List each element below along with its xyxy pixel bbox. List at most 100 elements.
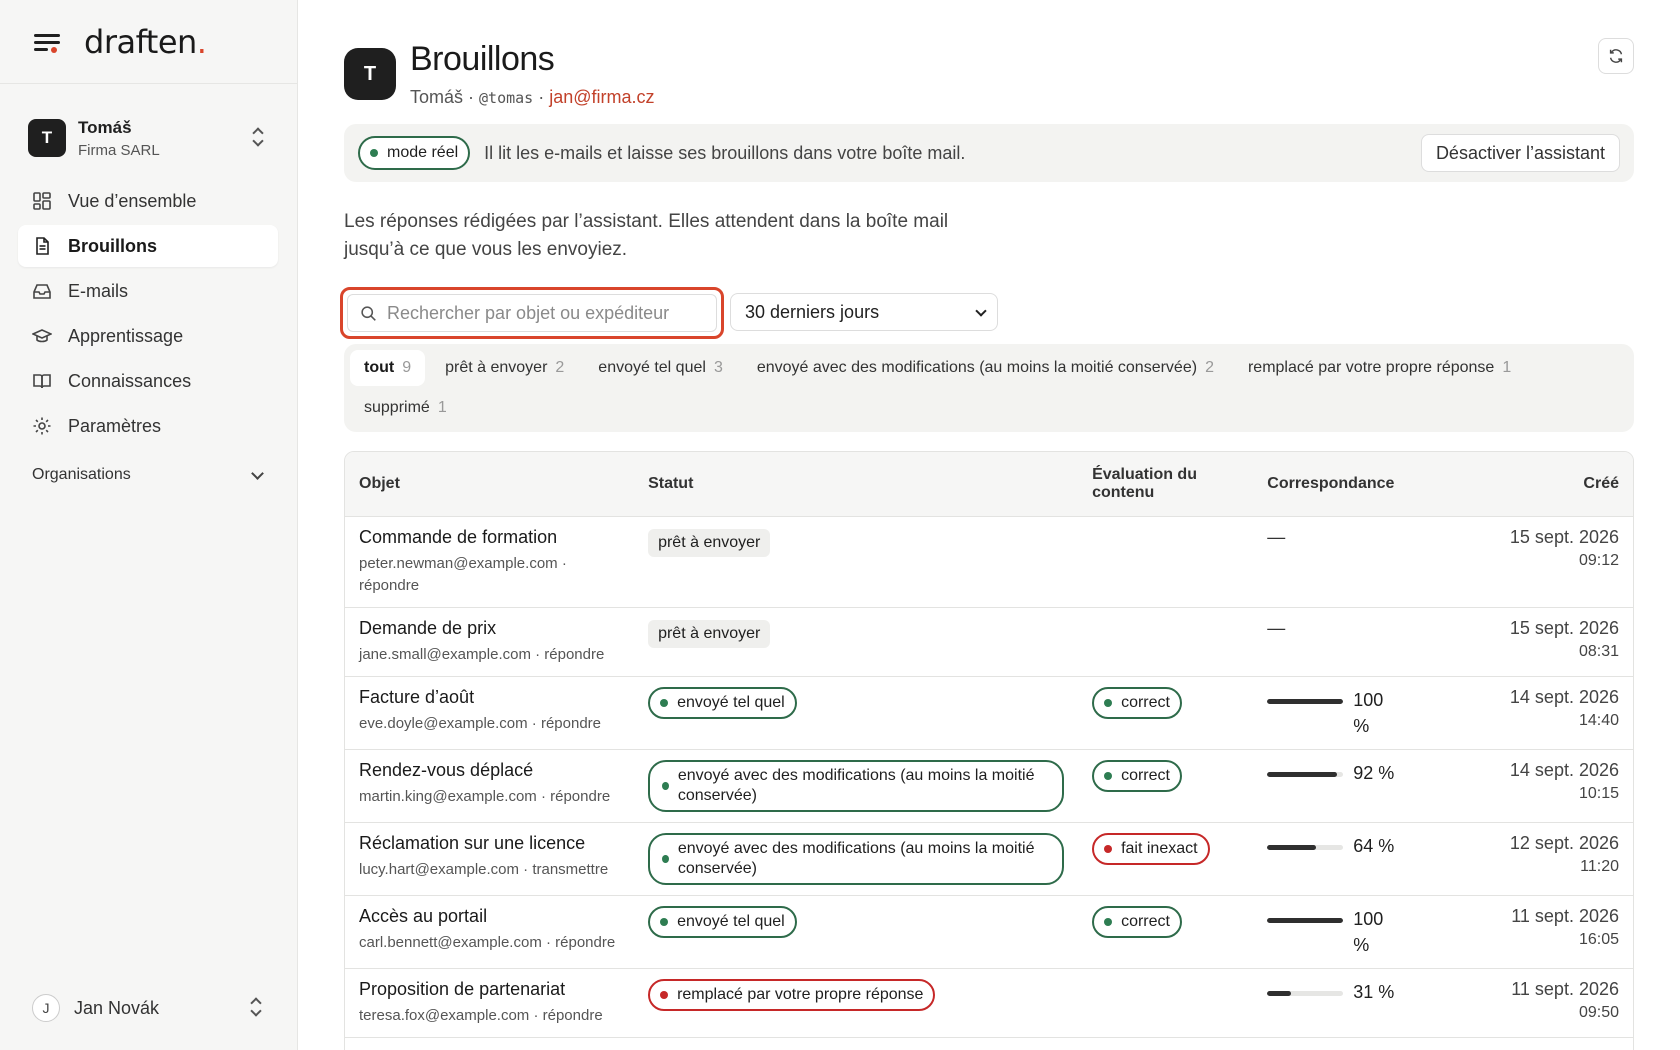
column-header-status[interactable]: Statut xyxy=(634,452,1079,517)
cell-created: 14 sept. 2026 10:15 xyxy=(1425,749,1633,823)
column-header-match[interactable]: Correspondance xyxy=(1253,452,1426,517)
logo: draften. xyxy=(84,22,207,61)
organization-user-name: Tomáš xyxy=(78,117,132,137)
match-percent: 64 % xyxy=(1353,835,1395,856)
created-date: 14 sept. 2026 xyxy=(1509,686,1619,707)
period-selected-value: 30 derniers jours xyxy=(745,301,880,322)
page-header: T Brouillons Tomáš · @tomas · jan@firma.… xyxy=(344,40,655,108)
cell-status: envoyé tel quel xyxy=(634,895,1079,969)
table-row[interactable]: Accès au portail carl.bennett@example.com… xyxy=(345,895,1633,969)
sidebar-item-knowledge[interactable]: Connaissances xyxy=(18,360,278,402)
page-description: Les réponses rédigées par l’assistant. E… xyxy=(344,211,949,260)
status-badge: prêt à envoyer xyxy=(648,619,771,648)
column-header-subject[interactable]: Objet xyxy=(345,452,635,517)
user-switcher[interactable]: J Jan Novák xyxy=(32,990,268,1026)
match-bar xyxy=(1267,917,1344,923)
tab-all[interactable]: tout 9 xyxy=(350,350,426,386)
deactivate-assistant-button[interactable]: Désactiver l’assistant xyxy=(1420,134,1620,172)
document-icon xyxy=(32,236,52,256)
sidebar-item-drafts[interactable]: Brouillons xyxy=(18,225,278,267)
organization-company: Firma SARL xyxy=(78,141,160,159)
sidebar-item-label: Paramètres xyxy=(68,415,162,436)
column-header-created[interactable]: Créé xyxy=(1425,452,1633,517)
evaluation-label: fait inexact xyxy=(1121,839,1198,857)
status-badge: envoyé avec des modifications (au moins … xyxy=(648,759,1065,812)
table-row[interactable]: Commande de formation peter.newman@exampl… xyxy=(345,516,1633,608)
cell-status: envoyé avec des modifications (au moins … xyxy=(634,749,1079,823)
chevron-down-icon xyxy=(975,305,987,317)
tab-replaced[interactable]: remplacé par votre propre réponse 1 xyxy=(1234,350,1525,386)
tab-deleted[interactable]: supprimé 1 xyxy=(350,390,461,426)
sidebar-item-emails[interactable]: E-mails xyxy=(18,270,278,312)
table-row[interactable]: Facture d’août eve.doyle@example.com · ré… xyxy=(345,676,1633,750)
draft-subject[interactable]: Rendez-vous déplacé xyxy=(359,760,620,781)
status-dot xyxy=(662,854,669,863)
table-row[interactable]: Rendez-vous déplacé martin.king@example.c… xyxy=(345,749,1633,823)
status-dot xyxy=(1104,698,1113,707)
match-empty: — xyxy=(1267,526,1286,547)
evaluation-badge: fait inexact xyxy=(1092,832,1210,865)
sidebar-item-settings[interactable]: Paramètres xyxy=(18,405,278,447)
refresh-button[interactable] xyxy=(1598,38,1634,74)
match-percent: 92 % xyxy=(1353,762,1395,783)
tab-label: envoyé avec des modifications (au moins … xyxy=(756,359,1198,376)
assistant-avatar: T xyxy=(344,48,396,100)
cell-match: 31 % xyxy=(1253,968,1426,1038)
created-time: 09:12 xyxy=(1578,551,1619,569)
table-row[interactable]: Réclamation sur une licence lucy.hart@exa… xyxy=(345,822,1633,896)
status-badge: remplacé par votre propre réponse xyxy=(648,978,936,1011)
tab-sent-as-is[interactable]: envoyé tel quel 3 xyxy=(584,350,737,386)
tab-sent-with-edits[interactable]: envoyé avec des modifications (au moins … xyxy=(743,350,1228,386)
organization-switcher[interactable]: T Tomáš Firma SARL xyxy=(22,112,276,164)
table-row[interactable]: Proposition de partenariat teresa.fox@exa… xyxy=(345,968,1633,1038)
period-select[interactable]: 30 derniers jours xyxy=(730,293,998,331)
sidebar-item-overview[interactable]: Vue d’ensemble xyxy=(18,180,278,222)
cell-status: prêt à envoyer xyxy=(634,607,1079,677)
match-indicator: 31 % xyxy=(1267,979,1411,1005)
cell-evaluation: correct xyxy=(1078,895,1254,969)
chevrons-up-down-icon xyxy=(250,996,262,1018)
draft-subject[interactable]: Commande de formation xyxy=(359,527,620,548)
status-label: prêt à envoyer xyxy=(658,624,761,642)
graduation-cap-icon xyxy=(32,326,52,346)
assistant-name: Tomáš xyxy=(410,87,464,107)
cell-match: 64 % xyxy=(1253,822,1426,896)
mode-label: mode réel xyxy=(387,144,459,161)
search-field[interactable] xyxy=(347,294,717,332)
sidebar-item-label: Connaissances xyxy=(68,370,192,391)
draft-subject[interactable]: Réclamation sur une licence xyxy=(359,833,620,854)
tab-label: remplacé par votre propre réponse xyxy=(1247,359,1495,376)
cell-evaluation xyxy=(1078,516,1254,608)
assistant-email-link[interactable]: jan@firma.cz xyxy=(549,87,654,107)
cell-match: — xyxy=(1253,607,1426,677)
created-date: 11 sept. 2026 xyxy=(1511,905,1619,926)
match-indicator: 92 % xyxy=(1267,760,1411,786)
cell-match: — xyxy=(1253,516,1426,608)
draft-subject[interactable]: Accès au portail xyxy=(359,906,620,927)
cell-subject: Réclamation sur une licence lucy.hart@exa… xyxy=(345,822,635,896)
status-label: envoyé avec des modifications (au moins … xyxy=(677,766,1035,804)
column-header-evaluation[interactable]: Évaluation du contenu xyxy=(1078,452,1254,517)
status-badge: prêt à envoyer xyxy=(648,528,771,557)
created-time: 08:31 xyxy=(1578,642,1619,660)
table-row[interactable]: Demande de prix jane.small@example.com · … xyxy=(345,607,1633,677)
menu-icon[interactable] xyxy=(34,32,60,53)
page-title: Brouillons xyxy=(410,40,555,78)
tab-ready[interactable]: prêt à envoyer 2 xyxy=(431,350,578,386)
search-input[interactable] xyxy=(387,302,707,324)
tab-count: 3 xyxy=(713,359,723,376)
evaluation-badge: correct xyxy=(1092,759,1182,792)
evaluation-badge: correct xyxy=(1092,905,1182,938)
draft-subject[interactable]: Proposition de partenariat xyxy=(359,979,620,1000)
draft-subject[interactable]: Facture d’août xyxy=(359,687,620,708)
organisations-toggle[interactable]: Organisations xyxy=(32,466,268,484)
created-date: 12 sept. 2026 xyxy=(1509,832,1619,853)
status-dot xyxy=(662,781,669,790)
created-time: 10:15 xyxy=(1578,784,1619,802)
cell-evaluation: correct xyxy=(1078,749,1254,823)
draft-subject[interactable]: Demande de prix xyxy=(359,618,620,639)
search-icon xyxy=(361,305,376,321)
sidebar-nav: Vue d’ensemble Brouillons E-mails Appren… xyxy=(18,180,278,450)
sidebar-item-learning[interactable]: Apprentissage xyxy=(18,315,278,357)
draft-sender: eve.doyle@example.com · répondre xyxy=(359,714,602,732)
